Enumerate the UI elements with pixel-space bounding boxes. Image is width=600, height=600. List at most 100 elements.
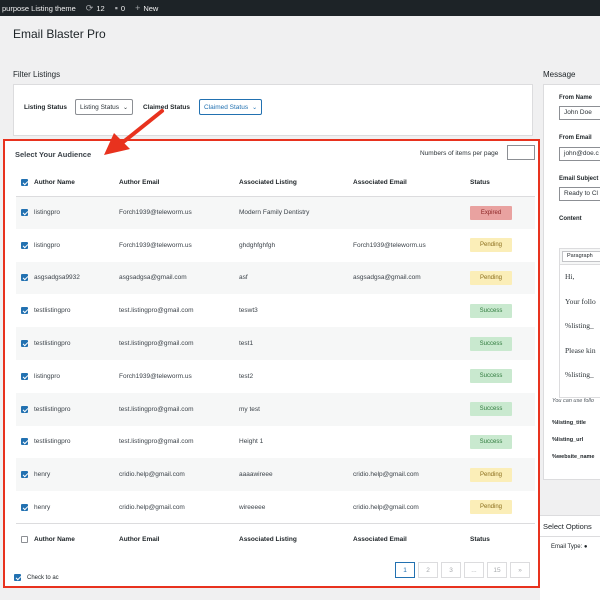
- author-name-cell: listingpro: [16, 229, 119, 262]
- row-checkbox[interactable]: [21, 471, 28, 479]
- from-email-label: From Email: [559, 135, 592, 141]
- editor-body[interactable]: Hi, Your follo %listing_ Please kin %listing…: [560, 265, 600, 388]
- associated-listing-cell: aaaawireee: [239, 458, 353, 492]
- audience-table: Author Name Author Email Associated List…: [16, 170, 535, 554]
- table-row[interactable]: testlistingpro test.listingpro@gmail.com t…: [16, 327, 535, 360]
- page-button[interactable]: ...: [464, 562, 484, 578]
- select-all-checkbox-bottom[interactable]: [21, 535, 28, 543]
- new-content-link[interactable]: + New: [135, 2, 158, 13]
- options-checkbox[interactable]: [14, 574, 21, 581]
- message-section-title: Message: [543, 70, 576, 79]
- page-button[interactable]: 1: [395, 562, 415, 578]
- row-checkbox[interactable]: [21, 405, 28, 413]
- help-icon[interactable]: ●: [584, 544, 588, 550]
- per-page-input[interactable]: [507, 145, 535, 160]
- admin-bar: purpose Listing theme ⟳ 12 ▪ 0 + New: [0, 0, 600, 16]
- author-name-cell: testlistingpro: [16, 327, 119, 360]
- status-cell: Success: [470, 360, 535, 393]
- row-checkbox[interactable]: [21, 372, 28, 380]
- row-checkbox[interactable]: [21, 209, 28, 217]
- status-badge: Success: [470, 369, 512, 384]
- filter-box: Listing Status Listing Status ⌄ Claimed …: [13, 84, 533, 136]
- author-name: testlistingpro: [34, 340, 71, 348]
- author-email-cell: Forch1939@teleworm.us: [119, 196, 239, 229]
- associated-email-cell: [353, 294, 470, 327]
- associated-listing-cell: Height 1: [239, 438, 264, 446]
- author-email-cell: Forch1939@teleworm.us: [119, 372, 192, 380]
- from-name-label: From Name: [559, 95, 593, 101]
- author-name-cell: asgsadgsa9932: [16, 261, 119, 295]
- author-name: listingpro: [34, 209, 61, 217]
- table-row[interactable]: testlistingpro test.listingpro@gmail.com H…: [16, 426, 535, 459]
- author-name-cell: henry: [16, 491, 119, 524]
- author-name: listingpro: [34, 372, 61, 380]
- pagination: 1 2 3... 15»: [392, 562, 530, 578]
- associated-listing-cell: asf: [239, 261, 353, 295]
- row-checkbox[interactable]: [21, 241, 28, 249]
- options-check-row[interactable]: Check to ac: [14, 574, 59, 581]
- table-row[interactable]: henry cridio.help@gmail.com aaaawireee crid…: [16, 458, 535, 492]
- row-checkbox[interactable]: [21, 438, 28, 446]
- editor-line: %listing_: [565, 321, 594, 330]
- table-row[interactable]: henry cridio.help@gmail.com wireeeee cridio…: [16, 491, 535, 524]
- audience-box: Select Your Audience Numbers of items pe…: [3, 139, 540, 588]
- author-name-cell: listingpro: [16, 360, 119, 393]
- comment-icon: ▪: [114, 2, 118, 13]
- editor-line: Please kin: [565, 345, 596, 355]
- row-checkbox[interactable]: [21, 307, 28, 315]
- merge-tag-website-name: %website_name: [552, 454, 595, 460]
- content-editor[interactable]: Paragraph Hi, Your follo %listing_ Please k…: [559, 248, 600, 398]
- associated-email-cell: [353, 360, 470, 393]
- associated-email-cell: Forch1939@teleworm.us: [353, 241, 426, 249]
- page-button[interactable]: 2: [418, 562, 438, 578]
- plus-icon: +: [135, 2, 141, 13]
- row-checkbox[interactable]: [21, 274, 28, 282]
- status-cell: Success: [470, 294, 535, 327]
- updates-link[interactable]: ⟳ 12: [86, 3, 105, 13]
- status-badge: Pending: [470, 500, 512, 515]
- author-name: testlistingpro: [34, 307, 71, 315]
- associated-email-cell: [353, 196, 470, 229]
- page-title: Email Blaster Pro: [13, 27, 106, 41]
- status-badge: Success: [470, 336, 512, 351]
- format-select[interactable]: Paragraph: [562, 251, 600, 262]
- table-row[interactable]: listingpro Forch1939@teleworm.us Modern Fa…: [16, 196, 535, 229]
- claimed-status-select[interactable]: Claimed Status ⌄: [199, 99, 263, 115]
- author-name: henry: [34, 503, 51, 511]
- from-name-input[interactable]: John Doe: [559, 106, 600, 120]
- associated-listing-cell: ghdghfghfgh: [239, 241, 276, 249]
- author-email-cell: Forch1939@teleworm.us: [119, 241, 192, 249]
- comments-count: 0: [120, 3, 126, 13]
- footer-associated-listing: Associated Listing: [239, 523, 353, 554]
- editor-toolbar: Paragraph: [560, 249, 600, 265]
- table-row[interactable]: listingpro Forch1939@teleworm.us test2 Succ…: [16, 360, 535, 393]
- row-checkbox[interactable]: [21, 503, 28, 511]
- merge-tag-listing-url: %listing_url: [552, 437, 584, 443]
- email-subject-input[interactable]: Ready to Cl: [559, 187, 600, 201]
- page-button[interactable]: »: [510, 562, 530, 578]
- associated-listing-cell: test1: [239, 327, 353, 360]
- email-type-label: Email Type: ●: [551, 544, 588, 550]
- editor-line: Hi,: [565, 272, 575, 281]
- site-name-link[interactable]: purpose Listing theme: [2, 4, 76, 13]
- author-name-cell: listingpro: [16, 196, 119, 229]
- table-row[interactable]: asgsadgsa9932 asgsadgsa@gmail.com asf asgsa…: [16, 261, 535, 295]
- associated-email-cell: asgsadgsa@gmail.com: [353, 261, 470, 295]
- author-name-cell: henry: [16, 458, 119, 492]
- page-button[interactable]: 3: [441, 562, 461, 578]
- author-email-cell: cridio.help@gmail.com: [119, 458, 239, 492]
- select-all-checkbox[interactable]: [21, 179, 28, 187]
- author-name-cell: testlistingpro: [16, 294, 119, 327]
- from-email-input[interactable]: john@doe.c: [559, 147, 600, 161]
- author-email-cell: asgsadgsa@gmail.com: [119, 261, 239, 295]
- associated-listing-cell: wireeeee: [239, 503, 266, 511]
- page-button[interactable]: 15: [487, 562, 507, 578]
- listing-status-label: Listing Status: [24, 104, 67, 111]
- status-cell: Success: [470, 327, 535, 360]
- status-cell: Success: [470, 426, 535, 459]
- table-row[interactable]: listingpro Forch1939@teleworm.us ghdghfghf…: [16, 229, 535, 262]
- table-row[interactable]: testlistingpro test.listingpro@gmail.com t…: [16, 294, 535, 327]
- row-checkbox[interactable]: [21, 339, 28, 347]
- comments-link[interactable]: ▪ 0: [114, 2, 126, 13]
- table-row[interactable]: testlistingpro test.listingpro@gmail.com m…: [16, 392, 535, 426]
